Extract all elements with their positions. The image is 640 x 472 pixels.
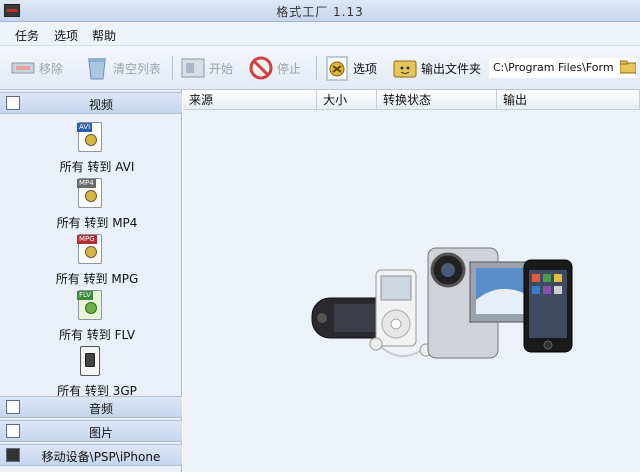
iphone-image: [523, 259, 573, 353]
category-mobile-label: 移动设备\PSP\iPhone: [41, 450, 161, 464]
title-bar: 格式工厂 1.13: [0, 0, 640, 22]
flv-tag: FLV: [77, 291, 93, 300]
convert-to-3gp[interactable]: 所有 转到 3GP: [0, 346, 182, 402]
remove-label: 移除: [39, 61, 64, 76]
start-icon: [180, 55, 206, 81]
category-video-label: 视频: [88, 98, 113, 112]
flv-file-icon: FLV: [77, 290, 102, 320]
stop-button[interactable]: 停止: [248, 54, 301, 82]
toolbar-separator: [316, 56, 317, 80]
convert-to-mpg[interactable]: MPG 所有 转到 MPG: [0, 234, 182, 290]
convert-to-avi-label: 所有 转到 AVI: [59, 160, 135, 174]
mpg-tag: MPG: [77, 235, 97, 244]
category-mobile[interactable]: 移动设备\PSP\iPhone: [0, 444, 182, 466]
menu-task[interactable]: 任务: [15, 27, 39, 44]
toolbar-separator: [172, 56, 173, 80]
mpg-file-icon: MPG: [77, 234, 102, 264]
output-folder-button[interactable]: 输出文件夹: [392, 54, 481, 82]
avi-file-icon: AVI: [77, 122, 102, 152]
output-folder-label: 输出文件夹: [421, 61, 482, 76]
menu-bar: 任务 选项 帮助: [0, 22, 640, 46]
folder-face-icon: [392, 55, 418, 81]
menu-options[interactable]: 选项: [54, 27, 78, 44]
convert-to-mp4-label: 所有 转到 MP4: [56, 216, 138, 230]
column-output[interactable]: 输出: [497, 90, 640, 110]
window-title: 格式工厂 1.13: [276, 5, 364, 19]
avi-tag: AVI: [77, 123, 93, 132]
category-image-label: 图片: [88, 426, 113, 440]
sidebar: 视频 AVI 所有 转到 AVI MP4 所有 转到 MP4 MPG 所有 转到…: [0, 90, 182, 472]
ipod-image: [375, 269, 417, 347]
clear-list-label: 清空列表: [113, 61, 162, 76]
start-button[interactable]: 开始: [180, 54, 233, 82]
mobile-category-icon: [6, 448, 20, 462]
3gp-phone-icon: [80, 346, 100, 376]
devices-illustration: [311, 247, 573, 359]
convert-to-flv[interactable]: FLV 所有 转到 FLV: [0, 290, 182, 346]
column-size[interactable]: 大小: [317, 90, 377, 110]
clear-list-icon: [84, 55, 110, 81]
image-category-icon: [6, 424, 20, 438]
options-label: 选项: [353, 61, 378, 76]
options-icon: [324, 55, 350, 81]
options-button[interactable]: 选项: [324, 54, 377, 82]
category-image[interactable]: 图片: [0, 420, 182, 442]
stop-icon: [248, 55, 274, 81]
convert-to-flv-label: 所有 转到 FLV: [58, 328, 136, 342]
camcorder-image: [427, 247, 537, 359]
audio-category-icon: [6, 400, 20, 414]
remove-button[interactable]: 移除: [10, 54, 63, 82]
category-video[interactable]: 视频: [0, 92, 182, 114]
column-source[interactable]: 来源: [183, 90, 317, 110]
browse-folder-icon[interactable]: [619, 60, 637, 74]
convert-to-mp4[interactable]: MP4 所有 转到 MP4: [0, 178, 182, 234]
clear-list-button[interactable]: 清空列表: [84, 54, 161, 82]
mp4-tag: MP4: [77, 179, 96, 188]
convert-to-avi[interactable]: AVI 所有 转到 AVI: [0, 122, 182, 178]
menu-help[interactable]: 帮助: [92, 27, 116, 44]
column-status[interactable]: 转换状态: [377, 90, 497, 110]
remove-icon: [10, 55, 36, 81]
convert-to-mpg-label: 所有 转到 MPG: [55, 272, 139, 286]
output-path-field[interactable]: C:\Program Files\Form: [489, 58, 637, 78]
category-audio[interactable]: 音频: [0, 396, 182, 418]
stop-label: 停止: [277, 61, 302, 76]
video-category-icon: [6, 96, 20, 110]
category-audio-label: 音频: [88, 402, 113, 416]
mp4-file-icon: MP4: [77, 178, 102, 208]
start-label: 开始: [209, 61, 234, 76]
